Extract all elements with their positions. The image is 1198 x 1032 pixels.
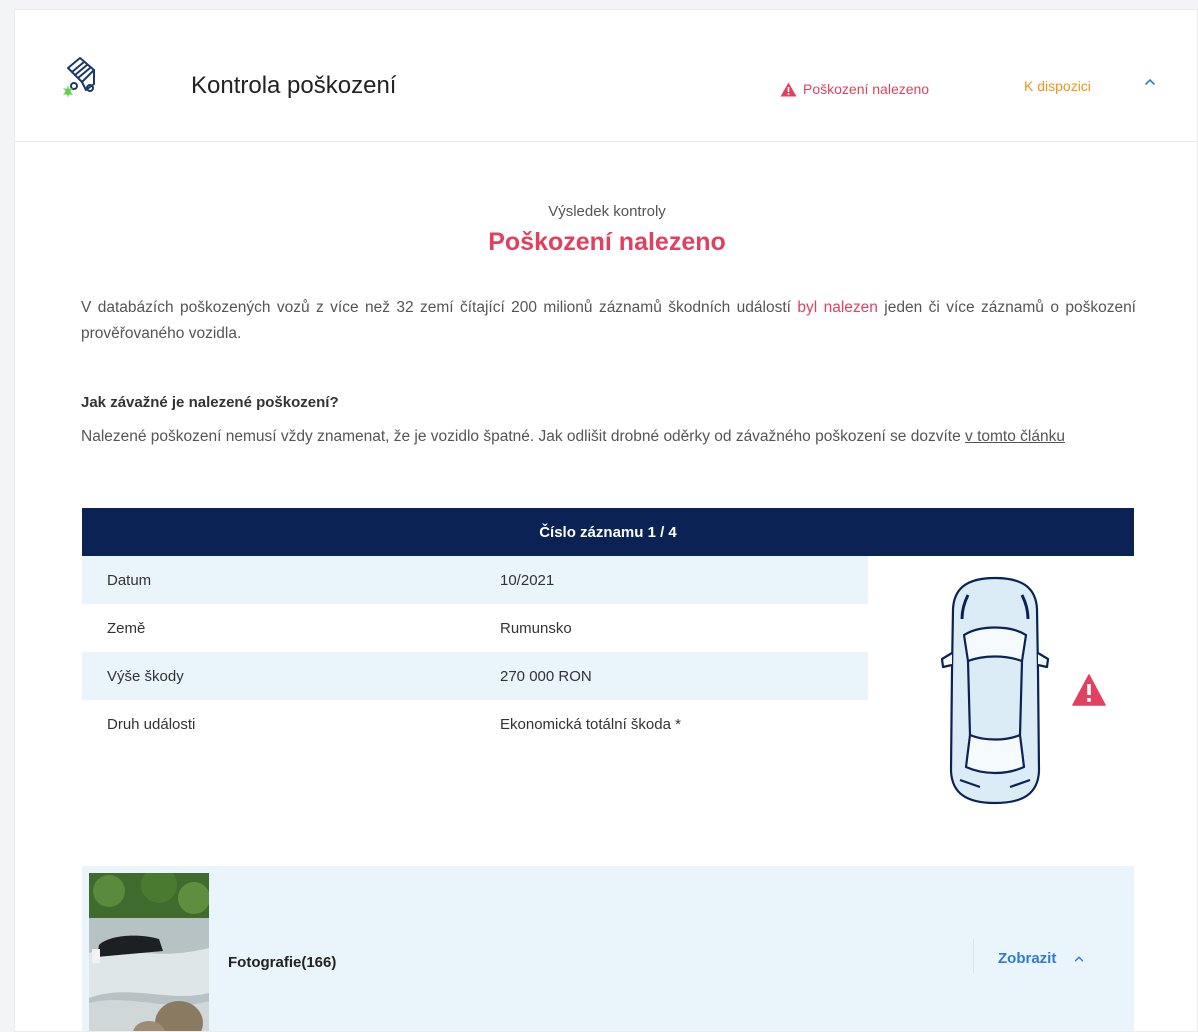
- car-damage-logo-icon: [63, 57, 95, 98]
- article-link[interactable]: v tomto článku: [965, 428, 1065, 445]
- show-photos-button[interactable]: Zobrazit: [998, 950, 1086, 967]
- question-body: Nalezené poškození nemusí vždy znamenat,…: [81, 428, 966, 445]
- section-header[interactable]: Kontrola poškození Poškození nalezeno K …: [15, 10, 1197, 142]
- car-topview-icon: [940, 576, 1050, 805]
- damage-photo-thumbnail[interactable]: [89, 873, 209, 1032]
- damage-check-card: Kontrola poškození Poškození nalezeno K …: [14, 9, 1198, 1032]
- warning-icon: [780, 82, 797, 96]
- row-label: Země: [107, 619, 146, 637]
- table-row: Země Rumunsko: [82, 604, 868, 652]
- row-value: Ekonomická totální škoda *: [500, 715, 681, 733]
- damage-warning-icon: [1072, 674, 1106, 706]
- damage-status-label: Poškození nalezeno: [803, 81, 930, 97]
- row-value: Rumunsko: [500, 619, 572, 637]
- row-label: Datum: [107, 571, 152, 589]
- show-photos-label: Zobrazit: [998, 950, 1057, 967]
- row-value: 270 000 RON: [500, 667, 592, 685]
- availability-status: K dispozici: [1024, 78, 1091, 94]
- record-header: Číslo záznamu 1 / 4: [82, 508, 1134, 556]
- page-title: Kontrola poškození: [191, 72, 397, 99]
- question-text: Nalezené poškození nemusí vždy znamenat,…: [81, 424, 1136, 450]
- intro-highlight: byl nalezen: [797, 299, 878, 316]
- chevron-up-icon[interactable]: [1142, 74, 1158, 90]
- table-row: Výše škody 270 000 RON: [82, 652, 868, 700]
- table-row: Druh události Ekonomická totální škoda *: [82, 700, 868, 748]
- divider: [973, 939, 974, 973]
- row-label: Druh události: [107, 715, 196, 733]
- photos-label: Fotografie(166): [228, 954, 337, 971]
- question-title: Jak závažné je nalezené poškození?: [81, 394, 339, 411]
- damage-status: Poškození nalezeno: [780, 81, 929, 97]
- intro-text-start: V databázích poškozených vozů z více než…: [81, 299, 798, 316]
- record-table: Datum 10/2021 Země Rumunsko Výše škody 2…: [82, 556, 868, 748]
- result-subtitle: Výsledek kontroly: [548, 203, 666, 220]
- row-label: Výše škody: [107, 667, 184, 685]
- photos-panel[interactable]: Fotografie(166) Zobrazit: [82, 866, 1134, 1032]
- row-value: 10/2021: [500, 571, 555, 589]
- chevron-up-icon: [1075, 955, 1084, 961]
- table-row: Datum 10/2021: [82, 556, 868, 604]
- result-intro: V databázích poškozených vozů z více než…: [81, 295, 1136, 347]
- result-headline: Poškození nalezeno: [488, 228, 726, 256]
